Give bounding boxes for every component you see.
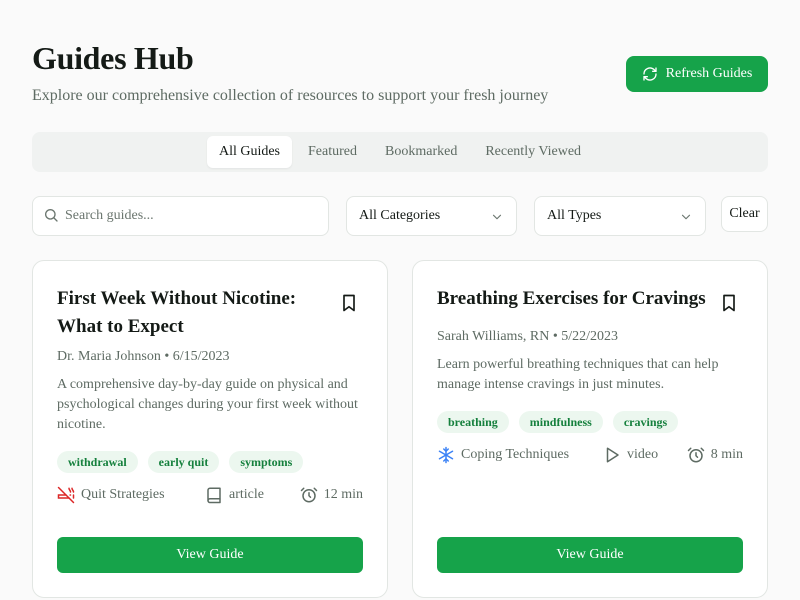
tag[interactable]: symptoms	[229, 451, 304, 473]
chevron-down-icon	[492, 214, 502, 220]
type-select-value: All Types	[547, 208, 602, 223]
guide-type: video	[603, 445, 658, 465]
search-box[interactable]	[32, 196, 329, 236]
page-subtitle: Explore our comprehensive collection of …	[32, 87, 549, 104]
guide-type-label: article	[229, 487, 264, 502]
tab-all-guides[interactable]: All Guides	[206, 136, 293, 168]
tag[interactable]: cravings	[612, 411, 679, 433]
alarm-clock-icon	[300, 487, 317, 503]
guide-author-date: Dr. Maria Johnson • 6/15/2023	[57, 349, 230, 364]
tab-featured[interactable]: Featured	[296, 136, 369, 168]
tag[interactable]: breathing	[437, 411, 509, 433]
guide-card: First Week Without Nicotine: What to Exp…	[32, 260, 388, 598]
tab-recently-viewed[interactable]: Recently Viewed	[473, 136, 593, 168]
guide-duration: 8 min	[687, 445, 743, 465]
guide-duration-label: 12 min	[323, 487, 363, 502]
guide-tags: withdrawal early quit symptoms	[57, 451, 304, 473]
clear-filters-button[interactable]: Clear	[721, 196, 768, 232]
guide-title: First Week Without Nicotine: What to Exp…	[57, 288, 297, 337]
tag[interactable]: early quit	[147, 451, 220, 473]
bookmark-icon[interactable]	[719, 293, 739, 313]
refresh-guides-label: Refresh Guides	[665, 66, 753, 81]
guide-author-date: Sarah Williams, RN • 5/22/2023	[437, 329, 619, 344]
tag[interactable]: mindfulness	[518, 411, 603, 433]
page-header: Guides Hub Explore our comprehensive col…	[32, 38, 768, 118]
type-select[interactable]: All Types	[534, 196, 706, 236]
guide-type-label: video	[627, 447, 659, 462]
view-guide-button[interactable]: View Guide	[57, 537, 363, 573]
search-input[interactable]	[65, 197, 320, 235]
guide-tabs: All Guides Featured Bookmarked Recently …	[32, 132, 768, 172]
view-guide-button[interactable]: View Guide	[437, 537, 743, 573]
category-select-value: All Categories	[359, 208, 441, 223]
guide-info-row: Quit Strategies article 12 min	[57, 485, 363, 505]
refresh-icon	[642, 67, 657, 81]
search-icon	[45, 209, 58, 222]
bookmark-icon[interactable]	[339, 293, 359, 313]
tag[interactable]: withdrawal	[57, 451, 138, 473]
guide-duration: 12 min	[300, 485, 363, 505]
guide-category-label: Quit Strategies	[81, 487, 165, 502]
guide-duration-label: 8 min	[710, 447, 743, 462]
guide-description: A comprehensive day-by-day guide on phys…	[57, 377, 358, 432]
snowflake-icon	[438, 446, 454, 464]
no-smoking-icon	[57, 486, 75, 504]
play-icon	[606, 447, 619, 463]
guide-category: Coping Techniques	[437, 445, 569, 465]
chevron-down-icon	[681, 214, 691, 220]
guide-category-label: Coping Techniques	[461, 447, 570, 462]
category-select[interactable]: All Categories	[346, 196, 517, 236]
alarm-clock-icon	[687, 447, 704, 463]
tab-bookmarked[interactable]: Bookmarked	[373, 136, 469, 168]
book-icon	[207, 487, 221, 504]
refresh-guides-button[interactable]: Refresh Guides	[626, 56, 768, 92]
guide-tags: breathing mindfulness cravings	[437, 411, 679, 433]
guide-category: Quit Strategies	[57, 485, 165, 505]
guide-description: Learn powerful breathing techniques that…	[437, 357, 719, 392]
guide-info-row: Coping Techniques video 8 min	[437, 445, 743, 465]
guide-title: Breathing Exercises for Cravings	[437, 288, 706, 309]
page-title: Guides Hub	[32, 40, 194, 76]
guide-type: article	[205, 485, 264, 505]
filters-bar: All Categories All Types Clear	[32, 196, 768, 236]
guide-card: Breathing Exercises for Cravings Sarah W…	[412, 260, 768, 598]
